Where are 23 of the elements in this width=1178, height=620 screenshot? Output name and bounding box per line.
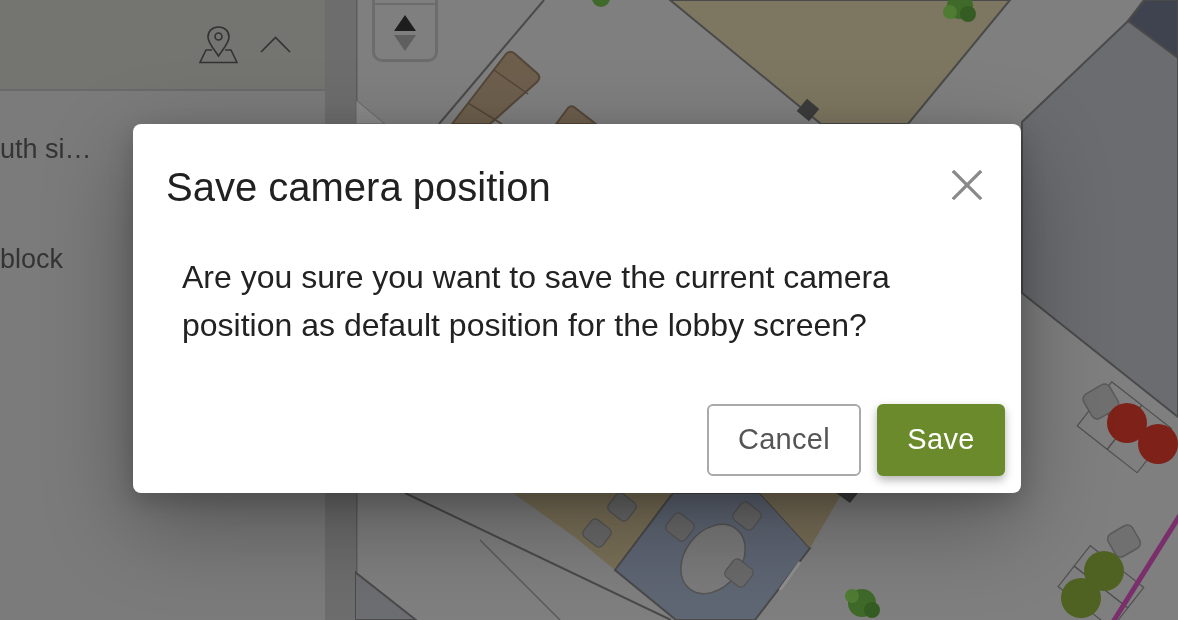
plant — [592, 0, 610, 7]
chair — [580, 490, 639, 550]
map-marker-icon[interactable] — [1138, 424, 1178, 464]
plant — [943, 0, 976, 22]
room-floor — [355, 569, 419, 620]
map-pin-icon[interactable] — [199, 25, 238, 64]
cancel-button[interactable]: Cancel — [707, 404, 861, 476]
plant — [845, 589, 880, 618]
map-marker-icon[interactable] — [1061, 578, 1101, 618]
close-button[interactable] — [952, 170, 982, 200]
wall — [1127, 0, 1145, 22]
save-button[interactable]: Save — [877, 404, 1005, 476]
door — [778, 561, 802, 591]
sofa — [555, 105, 597, 125]
dialog-title: Save camera position — [166, 164, 551, 211]
map-marker-icon[interactable] — [1084, 551, 1124, 591]
chevron-up-icon[interactable] — [260, 36, 291, 53]
dialog-message: Are you sure you want to save the current camera position as default position for the lobby screen? — [181, 258, 891, 345]
up-triangle-icon[interactable] — [394, 15, 416, 31]
sidebar-item[interactable]: block — [0, 243, 64, 275]
map-marker-icon[interactable] — [1107, 403, 1147, 443]
sidebar-item[interactable]: uth si… — [0, 133, 92, 165]
close-icon — [952, 170, 982, 200]
